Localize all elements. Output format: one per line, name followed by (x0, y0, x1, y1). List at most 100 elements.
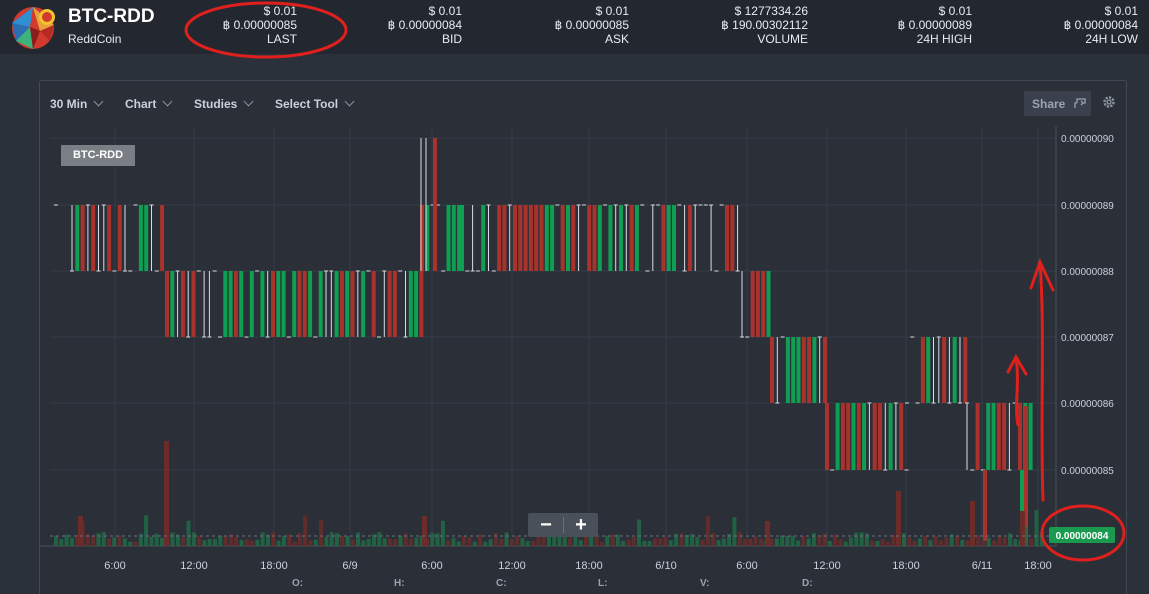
x-tick-label: 18:00 (1024, 560, 1052, 572)
x-tick-label: 18:00 (892, 560, 920, 572)
volume-bar (117, 535, 122, 546)
candle-down (770, 337, 774, 403)
candle-down (750, 271, 755, 337)
volume-bar (896, 491, 901, 546)
candle-up (144, 205, 149, 271)
volume-bar (324, 537, 329, 546)
volume-bar (801, 536, 806, 546)
candle-down (371, 271, 376, 337)
stat-btc: ฿ 0.00000085 (222, 18, 297, 32)
candle-up (835, 403, 840, 470)
ohlc-change-label: D: (802, 578, 813, 589)
coin-name: ReddCoin (68, 32, 122, 46)
candle-up (281, 271, 286, 337)
y-tick-label: 0.00000086 (1061, 399, 1114, 410)
volume-bar (631, 537, 636, 546)
ohlc-close-label: C: (496, 578, 507, 589)
volume-bar (276, 540, 281, 546)
volume-bar (806, 538, 811, 546)
volume-bar (774, 538, 779, 546)
reddcoin-logo (12, 7, 55, 49)
candle-up (619, 205, 623, 271)
volume-bar (594, 537, 599, 546)
volume-bar (758, 538, 763, 546)
candle-up (223, 271, 228, 337)
volume-bar (223, 535, 228, 546)
stat-bid: $ 0.01 ฿ 0.00000084 BID (360, 4, 462, 46)
volume-bar (610, 534, 615, 546)
volume-bar (637, 519, 641, 546)
volume-bar (992, 540, 997, 546)
candle-up (408, 271, 413, 337)
volume-bar (1034, 510, 1039, 546)
candle-up (260, 271, 265, 337)
candle-down (587, 205, 592, 271)
candle-up (862, 403, 867, 470)
volume-bar (112, 537, 117, 546)
candle-down (518, 205, 523, 271)
volume-bar (939, 540, 944, 546)
volume-bar (313, 539, 318, 546)
volume-bar (1029, 538, 1034, 546)
candle-up (544, 205, 549, 271)
candle-up (138, 205, 143, 271)
candle-down (571, 205, 576, 271)
candle-down (539, 205, 544, 271)
zoom-out-button[interactable]: − (529, 514, 563, 536)
volume-bar (218, 535, 223, 546)
zoom-in-button[interactable]: + (564, 514, 598, 536)
candle-up (926, 337, 931, 403)
volume-bar (886, 541, 891, 546)
candle-down (840, 403, 845, 470)
candle-up (597, 205, 602, 271)
candle-down (755, 271, 760, 337)
volume-bar (870, 540, 875, 546)
candle-up (414, 271, 419, 337)
candle-down (730, 205, 735, 271)
volume-bar (928, 540, 933, 546)
volume-bar (504, 532, 509, 546)
y-tick-label: 0.00000090 (1061, 134, 1114, 145)
volume-bar (91, 535, 96, 546)
candle-down (339, 271, 344, 337)
candle-up (308, 271, 313, 337)
volume-bar (403, 533, 408, 546)
pair-title: BTC-RDD (68, 6, 155, 27)
x-tick-label: 12:00 (498, 560, 526, 572)
candle-up (566, 205, 570, 271)
candle-up (851, 403, 856, 470)
candle-up (991, 403, 996, 470)
volume-bar (382, 538, 387, 546)
volume-bar (144, 515, 149, 546)
candle-up (888, 403, 893, 470)
volume-bar (817, 536, 822, 546)
x-tick-label: 18:00 (260, 560, 288, 572)
x-tick-label: 6/10 (655, 560, 676, 572)
candle-down (107, 205, 112, 271)
volume-bar (456, 541, 461, 546)
candle-down (502, 205, 507, 271)
candle-down (846, 403, 851, 470)
volume-bar (531, 541, 535, 546)
stat-ask: $ 0.01 ฿ 0.00000085 ASK (527, 4, 629, 46)
candle-down (513, 205, 517, 271)
volume-bar (493, 533, 498, 546)
volume-bar (700, 539, 705, 546)
ohlc-volume-label: V: (700, 578, 710, 589)
volume-bar (955, 536, 959, 546)
candle-up (666, 205, 671, 271)
volume-bar (244, 539, 249, 546)
volume-bar (780, 535, 785, 546)
candle-down (878, 403, 882, 470)
volume-bar (181, 537, 186, 546)
stat-label: 24H HIGH (916, 32, 972, 46)
volume-bar (965, 540, 970, 546)
volume-bar (642, 540, 647, 546)
volume-bar (149, 536, 154, 546)
stat-label: VOLUME (757, 32, 808, 46)
volume-bar (488, 539, 493, 546)
volume-bar (361, 540, 366, 546)
candle-down (297, 271, 302, 337)
zoom-control: − + (528, 513, 598, 537)
volume-bar (923, 536, 928, 546)
